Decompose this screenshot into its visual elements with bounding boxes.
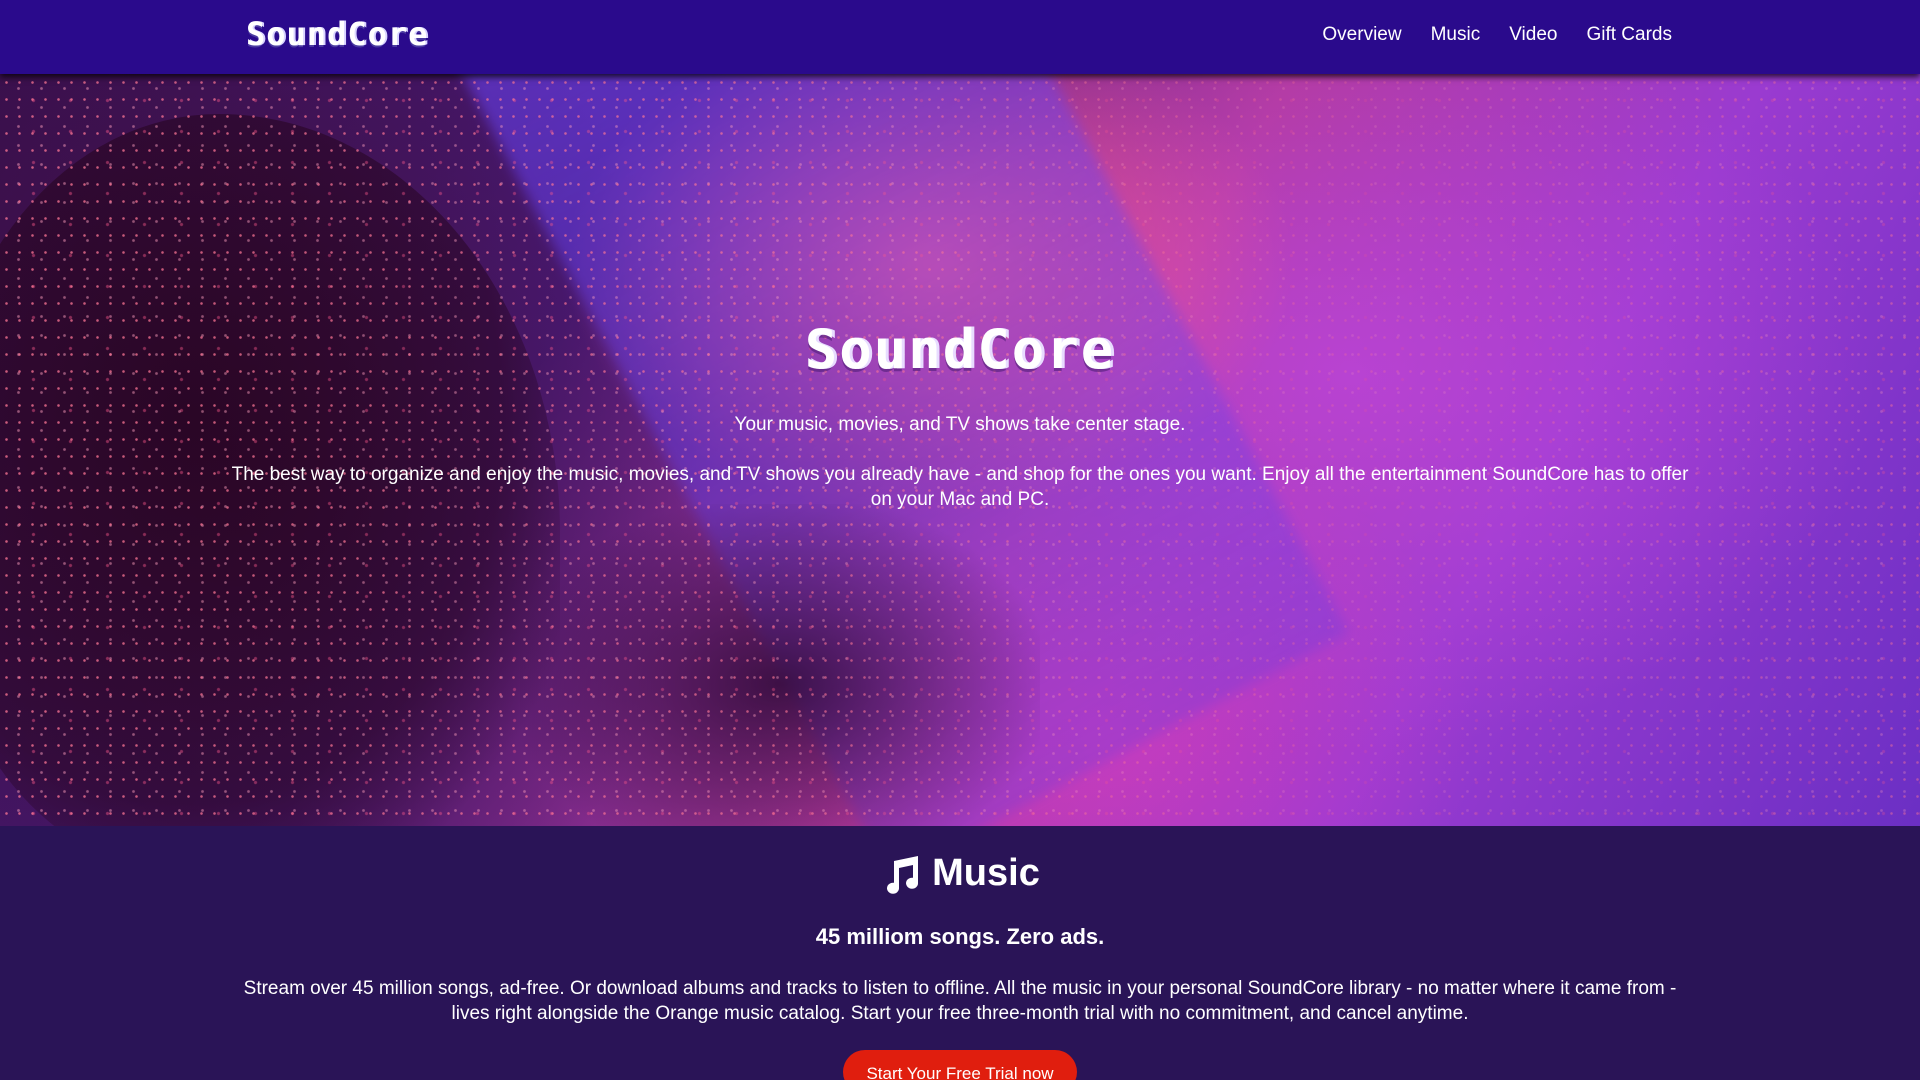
top-navbar: SoundCore Overview Music Video Gift Card… [0, 0, 1920, 74]
music-note-icon [887, 855, 919, 894]
hero-content: SoundCore Your music, movies, and TV sho… [0, 74, 1920, 826]
hero-description: The best way to organize and enjoy the m… [231, 464, 1689, 510]
nav-link-overview[interactable]: Overview [1322, 24, 1401, 46]
hero-section: SoundCore Your music, movies, and TV sho… [0, 74, 1920, 826]
music-section: Music 45 milliom songs. Zero ads. Stream… [0, 826, 1920, 1080]
nav-link-music[interactable]: Music [1431, 24, 1481, 46]
start-free-trial-button[interactable]: Start Your Free Trial now [843, 1050, 1077, 1080]
music-title: Music [932, 852, 1040, 894]
nav-link-gift-cards[interactable]: Gift Cards [1586, 24, 1672, 46]
music-description: Stream over 45 million songs, ad-free. O… [243, 978, 1677, 1024]
hero-title: SoundCore [804, 318, 1116, 381]
brand-logo[interactable]: SoundCore [246, 15, 428, 53]
main-nav: Overview Music Video Gift Cards [1322, 24, 1672, 46]
hero-tagline: Your music, movies, and TV shows take ce… [734, 414, 1186, 435]
music-heading: Music [0, 852, 1920, 895]
nav-link-video[interactable]: Video [1509, 24, 1557, 46]
music-subtitle: 45 milliom songs. Zero ads. [815, 924, 1105, 949]
